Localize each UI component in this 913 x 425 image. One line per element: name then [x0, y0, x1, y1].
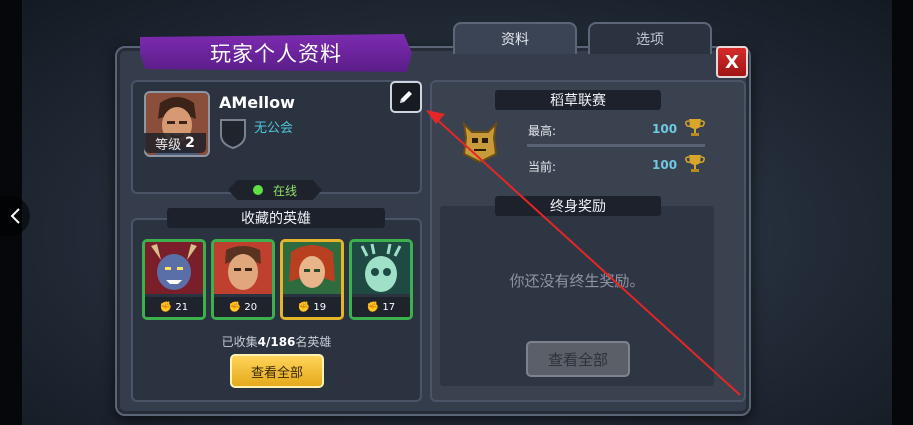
favorite-heroes-header: 收藏的英雄 [167, 208, 385, 228]
fist-icon: ✊ [366, 301, 380, 313]
close-icon: X [725, 51, 739, 73]
elf-archer-hero-icon [283, 242, 341, 294]
hero-level-1: ✊ 21 [145, 297, 203, 317]
hero-level-value: 20 [244, 301, 258, 313]
view-all-awards-label: 查看全部 [547, 350, 608, 369]
online-dot-icon [252, 185, 263, 195]
guild-name[interactable]: 无公会 [254, 117, 293, 136]
level-value: 2 [185, 135, 195, 151]
league-current-value: 100 [652, 158, 678, 172]
fist-icon: ✊ [159, 301, 173, 313]
online-status-text: 在线 [272, 183, 297, 198]
fist-icon: ✊ [297, 301, 311, 313]
spirit-hero-icon [352, 242, 410, 294]
guild-shield-icon [219, 117, 247, 153]
edit-profile-button[interactable] [390, 81, 422, 113]
close-button[interactable]: X [716, 46, 748, 78]
tab-profile-label: 资料 [501, 32, 529, 48]
hero-card-4[interactable]: ✊ 17 [349, 239, 413, 320]
hero-level-value: 17 [382, 301, 396, 313]
league-highest-label: 最高: [528, 124, 557, 138]
hero-level-value: 21 [175, 301, 189, 313]
back-chevron-button[interactable] [0, 196, 30, 236]
hero-level-value: 19 [313, 301, 327, 313]
page-title: 玩家个人资料 [140, 34, 412, 72]
scarecrow-league-icon [460, 120, 500, 168]
no-awards-message: 你还没有终生奖励。 [509, 272, 645, 290]
hero-card-2[interactable]: ✊ 20 [211, 239, 275, 320]
hero-card-3[interactable]: ✊ 19 [280, 239, 344, 320]
tab-options-label: 选项 [636, 32, 664, 48]
lifetime-awards-header: 终身奖励 [495, 196, 661, 216]
collected-prefix: 已收集 [221, 335, 258, 349]
page-title-text: 玩家个人资料 [210, 42, 342, 66]
pencil-icon [400, 91, 412, 103]
league-stat-divider [527, 144, 705, 147]
view-all-heroes-label: 查看全部 [250, 365, 303, 381]
level-label: 等级 [155, 137, 182, 153]
chevron-left-icon [10, 208, 20, 224]
league-current-label: 当前: [528, 160, 557, 174]
trophy-icon [685, 155, 705, 172]
player-name: AMellow [219, 93, 295, 112]
hero-card-1[interactable]: ✊ 21 [142, 239, 206, 320]
collected-suffix: 名英雄 [295, 335, 332, 349]
collected-count: 4/186 [257, 335, 296, 349]
warrior-hero-icon [214, 242, 272, 294]
heroes-collected-text: 已收集4/186名英雄 [131, 333, 422, 350]
tab-options[interactable]: 选项 [588, 22, 712, 54]
player-level-badge: 等级 2 [144, 133, 206, 153]
tab-profile[interactable]: 资料 [453, 22, 577, 54]
hero-level-2: ✊ 20 [214, 297, 272, 317]
online-status-badge: 在线 [228, 180, 322, 200]
trophy-icon [685, 119, 705, 136]
demon-hero-icon [145, 242, 203, 294]
screen-edge-right [892, 0, 913, 425]
league-highest-value: 100 [652, 122, 678, 136]
fist-icon: ✊ [228, 301, 242, 313]
hero-level-4: ✊ 17 [352, 297, 410, 317]
league-header: 稻草联赛 [495, 90, 661, 110]
view-all-awards-button[interactable]: 查看全部 [526, 341, 630, 377]
view-all-heroes-button[interactable]: 查看全部 [230, 354, 324, 388]
hero-level-3: ✊ 19 [283, 297, 341, 317]
